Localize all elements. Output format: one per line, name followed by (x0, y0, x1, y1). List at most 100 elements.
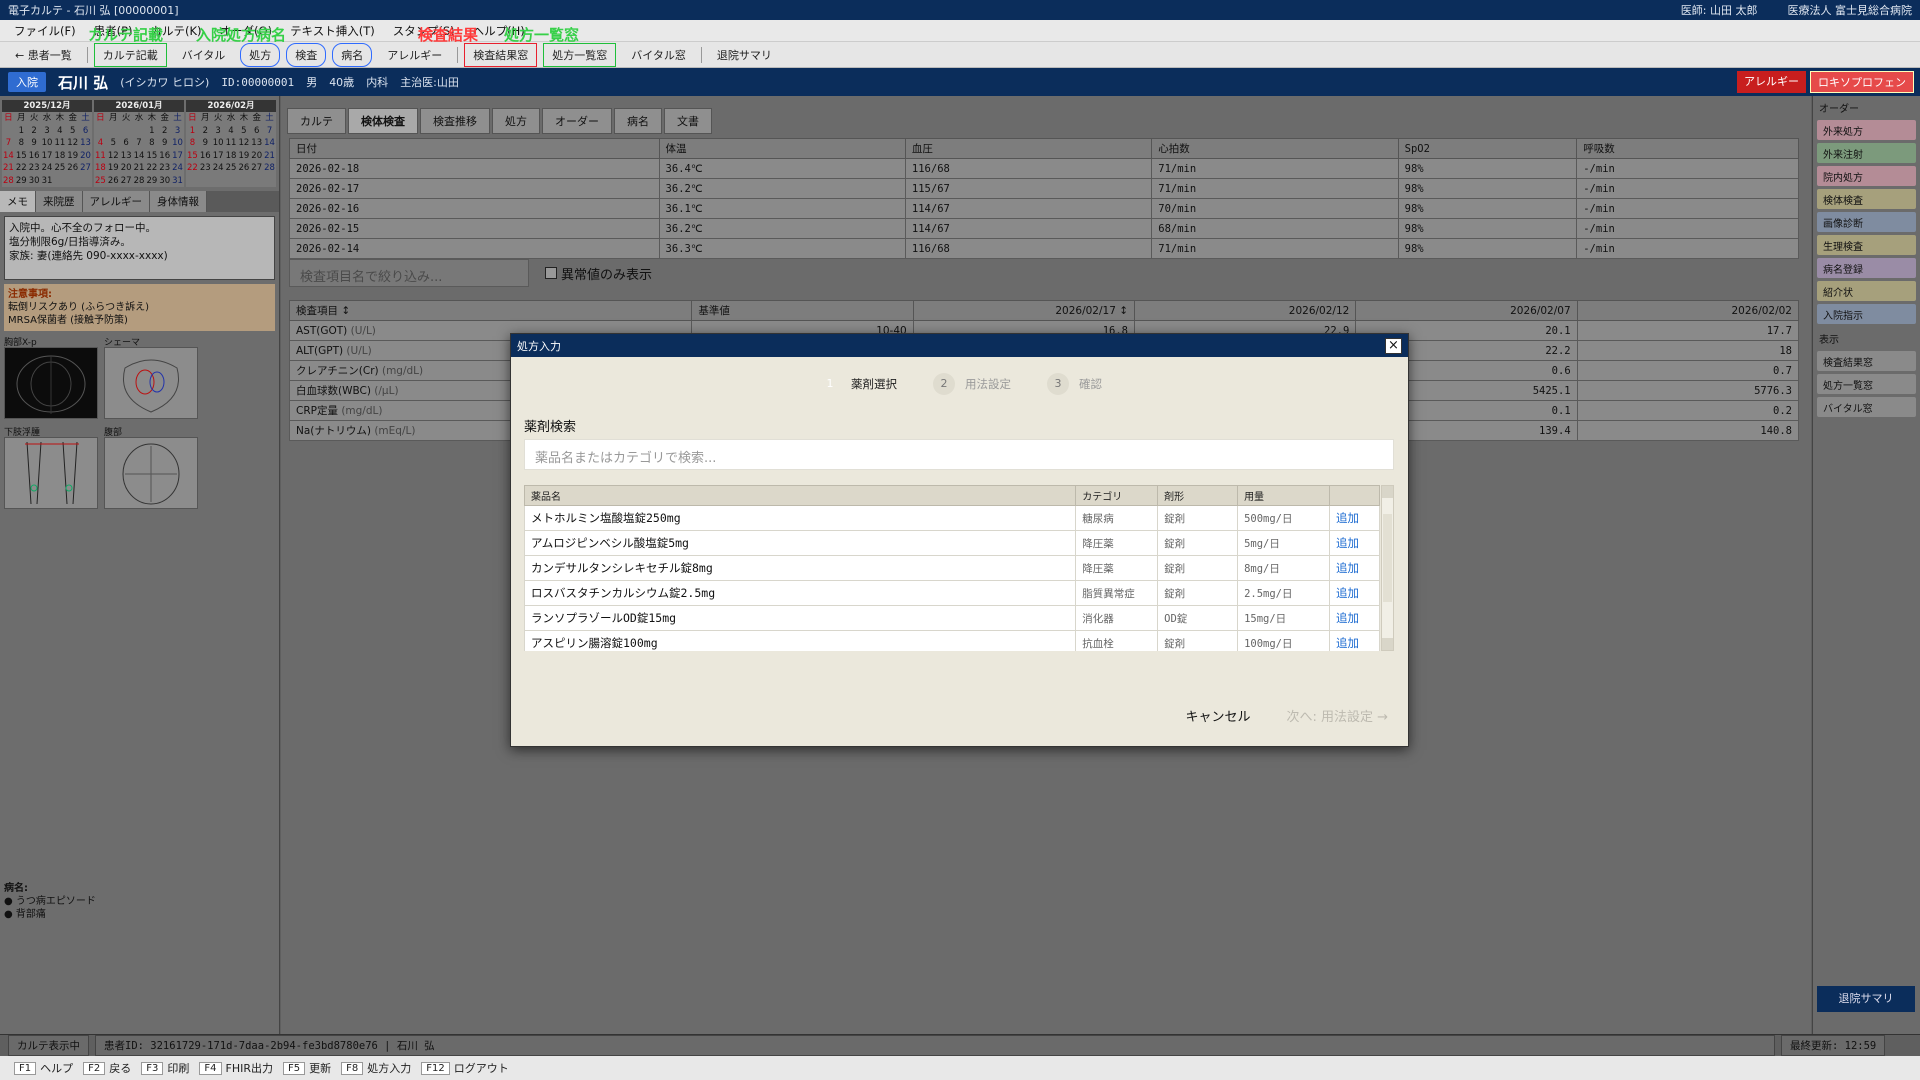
left-tab[interactable]: 身体情報 (150, 191, 207, 212)
calendar-day[interactable]: 13 (79, 137, 92, 150)
view-button[interactable]: 検査結果窓 (1817, 351, 1916, 371)
calendar-day[interactable]: 2 (199, 125, 212, 138)
function-key[interactable]: F4 FHIR出力 (199, 1060, 273, 1076)
calendar-day[interactable]: 20 (120, 162, 133, 175)
calendar-day[interactable]: 21 (2, 162, 15, 175)
add-drug-button[interactable]: 追加 (1329, 555, 1380, 581)
left-tab[interactable]: アレルギー (82, 191, 150, 212)
allergy-alert-badge[interactable]: アレルギー (1737, 71, 1806, 93)
add-drug-button[interactable]: 追加 (1329, 530, 1380, 556)
function-key[interactable]: F8 処方入力 (341, 1060, 411, 1076)
calendar-day[interactable]: 23 (199, 162, 212, 175)
toolbar-button[interactable]: 検査 (286, 42, 327, 67)
center-tab[interactable]: オーダー (542, 108, 612, 134)
view-button[interactable]: バイタル窓 (1817, 397, 1916, 417)
menu-item[interactable]: スタンプ(S) (385, 21, 463, 41)
drug-row[interactable]: アムロジピンベシル酸塩錠5mg 降圧薬 錠剤 5mg/日 追加 (524, 530, 1380, 556)
discharge-summary-button[interactable]: 退院サマリ (1817, 986, 1915, 1012)
calendar-day[interactable]: 27 (120, 175, 133, 188)
calendar-day[interactable]: 26 (107, 175, 120, 188)
toolbar-button[interactable]: バイタル (173, 43, 235, 67)
calendar-day[interactable]: 9 (28, 137, 41, 150)
calendar-day[interactable]: 24 (212, 162, 225, 175)
calendar-day[interactable]: 23 (158, 162, 171, 175)
add-drug-button[interactable]: 追加 (1329, 630, 1380, 651)
cancel-button[interactable]: キャンセル (1185, 706, 1250, 725)
calendar-day[interactable]: 16 (28, 150, 41, 163)
view-button[interactable]: 処方一覧窓 (1817, 374, 1916, 394)
calendar-day[interactable]: 12 (66, 137, 79, 150)
calendar-day[interactable]: 18 (94, 162, 107, 175)
calendar-day[interactable]: 8 (186, 137, 199, 150)
calendar-day[interactable]: 11 (225, 137, 238, 150)
calendar-day[interactable] (79, 175, 92, 188)
calendar-day[interactable]: 28 (2, 175, 15, 188)
calendar-day[interactable]: 25 (53, 162, 66, 175)
calendar-day[interactable]: 20 (79, 150, 92, 163)
toolbar-button[interactable]: ← 患者一覧 (6, 43, 81, 67)
order-button[interactable]: 入院指示 (1817, 304, 1916, 324)
menu-item[interactable]: 患者(P) (86, 21, 141, 41)
calendar-day[interactable] (107, 125, 120, 138)
calendar-day[interactable]: 19 (237, 150, 250, 163)
memo-textarea[interactable]: 入院中。心不全のフォロー中。 塩分制限6g/日指導済み。 家族: 妻(連絡先 0… (4, 216, 275, 280)
calendar-day[interactable]: 14 (2, 150, 15, 163)
calendar-day[interactable]: 11 (94, 150, 107, 163)
lab-filter-input[interactable]: 検査項目名で絞り込み... (289, 259, 529, 287)
calendar-day[interactable]: 13 (120, 150, 133, 163)
calendar-day[interactable]: 21 (263, 150, 276, 163)
calendar-day[interactable]: 16 (199, 150, 212, 163)
calendar-day[interactable]: 20 (250, 150, 263, 163)
thumbnail-abdomen[interactable]: 腹部 (104, 425, 198, 509)
calendar-day[interactable]: 27 (79, 162, 92, 175)
drug-row[interactable]: メトホルミン塩酸塩錠250mg 糖尿病 錠剤 500mg/日 追加 (524, 505, 1380, 531)
calendar-day[interactable]: 10 (41, 137, 54, 150)
add-drug-button[interactable]: 追加 (1329, 580, 1380, 606)
order-button[interactable]: 生理検査 (1817, 235, 1916, 255)
calendar-day[interactable]: 25 (94, 175, 107, 188)
menu-item[interactable]: オーダ(O) (212, 21, 281, 41)
calendar-day[interactable]: 7 (2, 137, 15, 150)
calendar-day[interactable]: 23 (28, 162, 41, 175)
calendar-day[interactable]: 8 (145, 137, 158, 150)
calendar-day[interactable]: 18 (225, 150, 238, 163)
order-button[interactable]: 外来注射 (1817, 143, 1916, 163)
calendar-day[interactable]: 8 (15, 137, 28, 150)
toolbar-button[interactable]: バイタル窓 (622, 43, 695, 67)
left-tab[interactable]: 来院歴 (36, 191, 83, 212)
calendar-day[interactable] (66, 175, 79, 188)
calendar-day[interactable] (53, 175, 66, 188)
calendar-day[interactable]: 7 (133, 137, 146, 150)
calendar-day[interactable]: 17 (41, 150, 54, 163)
calendar-day[interactable]: 10 (171, 137, 184, 150)
calendar-day[interactable]: 26 (66, 162, 79, 175)
drug-list-scrollbar[interactable] (1381, 485, 1394, 651)
calendar-day[interactable]: 22 (145, 162, 158, 175)
calendar-day[interactable]: 4 (94, 137, 107, 150)
calendar-day[interactable]: 31 (41, 175, 54, 188)
toolbar-button[interactable]: カルテ記載 (93, 42, 167, 67)
add-drug-button[interactable]: 追加 (1329, 605, 1380, 631)
calendar-day[interactable]: 26 (237, 162, 250, 175)
calendar-day[interactable]: 6 (250, 125, 263, 138)
drug-search-input[interactable]: 薬品名またはカテゴリで検索... (524, 439, 1394, 470)
menu-item[interactable]: ファイル(F) (6, 21, 84, 41)
diagnosis-item[interactable]: ● 背部痛 (4, 908, 96, 921)
thumbnail-leg-edema[interactable]: 下肢浮腫 (4, 425, 98, 509)
toolbar-button[interactable]: 検査結果窓 (464, 42, 538, 67)
toolbar-button[interactable]: 処方一覧窓 (543, 42, 617, 67)
calendar-day[interactable] (94, 125, 107, 138)
scroll-thumb[interactable] (1383, 514, 1392, 602)
order-button[interactable]: 検体検査 (1817, 189, 1916, 209)
calendar-day[interactable]: 11 (53, 137, 66, 150)
abnormal-only-checkbox[interactable]: 異常値のみ表示 (545, 264, 652, 283)
calendar-day[interactable]: 30 (28, 175, 41, 188)
calendar-day[interactable]: 31 (171, 175, 184, 188)
calendar-day[interactable]: 28 (133, 175, 146, 188)
calendar-day[interactable]: 19 (107, 162, 120, 175)
center-tab[interactable]: 検査推移 (420, 108, 490, 134)
calendar-day[interactable]: 6 (79, 125, 92, 138)
lab-header-cell[interactable]: 2026/02/17 ↕ (912, 300, 1136, 321)
order-button[interactable]: 病名登録 (1817, 258, 1916, 278)
calendar-day[interactable]: 16 (158, 150, 171, 163)
